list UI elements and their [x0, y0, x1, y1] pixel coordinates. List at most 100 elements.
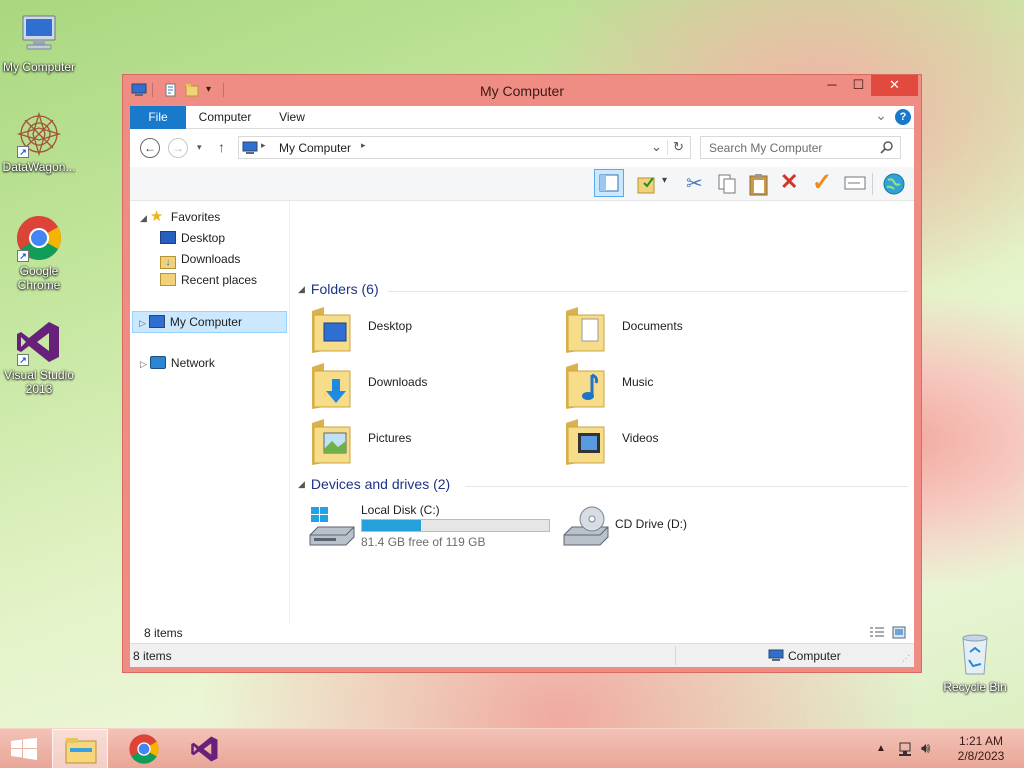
nav-desktop[interactable]: Desktop [160, 228, 225, 248]
maximize-button[interactable]: ☐ [846, 75, 871, 96]
chrome-icon [129, 734, 159, 764]
downloads-folder-icon [312, 363, 351, 409]
clock-time: 1:21 AM [958, 734, 1004, 748]
status-location: Computer [788, 649, 841, 663]
tab-file[interactable]: File [130, 106, 186, 129]
network-tray-icon[interactable] [898, 741, 914, 760]
check-icon[interactable]: ✓ [812, 168, 832, 197]
title-bar[interactable]: ▾ My Computer ─ ☐ ✕ [123, 75, 921, 105]
hard-drive-icon [309, 507, 355, 546]
breadcrumb-chevron-icon[interactable]: ▸ [361, 140, 366, 151]
folder-desktop-label: Desktop [368, 319, 413, 333]
volume-icon[interactable]: 🔊︎ [921, 740, 930, 757]
folder-music-label: Music [622, 375, 654, 389]
cd-drive-icon [563, 506, 609, 546]
address-dropdown-icon[interactable]: ⌄ [651, 139, 662, 155]
nav-recent-places-label: Recent places [181, 273, 258, 287]
computer-icon [15, 10, 63, 58]
desktop-icon-my-computer[interactable]: My Computer [0, 10, 79, 74]
recent-locations-icon[interactable]: ▾ [197, 142, 202, 153]
expand-ribbon-icon[interactable]: ⌄ [874, 106, 888, 129]
shortcut-arrow-icon: ↗ [17, 250, 29, 262]
group-collapse-icon[interactable]: ◢ [298, 479, 305, 489]
dropdown-arrow-icon[interactable]: ▾ [662, 175, 667, 186]
downloads-icon: ↓ [160, 256, 176, 269]
nav-downloads-label: Downloads [181, 252, 241, 266]
large-icons-view-icon[interactable] [892, 626, 906, 642]
preview-pane-button[interactable] [594, 169, 624, 197]
desktop-icon-visual-studio[interactable]: ↗ Visual Studio 2013 [0, 318, 79, 396]
collapsed-arrow-icon[interactable]: ▷ [139, 318, 146, 328]
desktop-icon [160, 231, 176, 244]
ribbon-tabs: File Computer View ⌄ ? [130, 106, 914, 129]
taskbar-visual-studio[interactable] [178, 729, 234, 768]
taskbar-chrome[interactable] [116, 729, 172, 768]
globe-icon[interactable] [882, 172, 906, 199]
help-icon[interactable]: ? [895, 109, 911, 125]
folder-music[interactable]: Music [564, 361, 804, 413]
details-view-icon[interactable] [869, 626, 885, 642]
up-button[interactable]: ↑ [218, 139, 225, 155]
nav-favorites[interactable]: ◢ ★ Favorites [140, 207, 220, 227]
forward-button[interactable]: → [168, 138, 188, 158]
breadcrumb-my-computer[interactable]: My Computer [279, 141, 351, 155]
nav-downloads[interactable]: ↓ Downloads [160, 249, 240, 269]
star-icon: ★ [149, 208, 164, 225]
chrome-icon: ↗ [15, 214, 63, 262]
folder-downloads[interactable]: Downloads [310, 361, 550, 413]
address-bar[interactable]: ▸ My Computer ▸ ⌄ ↻ [238, 136, 691, 159]
nav-my-computer[interactable]: ▷ My Computer [132, 311, 287, 333]
drive-cd-d[interactable]: CD Drive (D:) [562, 501, 802, 551]
delete-icon[interactable]: ✕ [780, 169, 798, 195]
visual-studio-icon [191, 736, 218, 762]
status-item-count: 8 items [133, 649, 172, 663]
pictures-folder-icon [312, 419, 351, 465]
documents-folder-icon [566, 307, 605, 353]
search-box[interactable]: Search My Computer [700, 136, 901, 159]
paste-icon[interactable] [748, 172, 770, 199]
refresh-icon[interactable]: ↻ [673, 139, 684, 155]
folder-desktop[interactable]: Desktop [310, 305, 550, 357]
group-collapse-icon[interactable]: ◢ [298, 284, 305, 294]
music-folder-icon [566, 363, 605, 409]
folder-pictures-label: Pictures [368, 431, 412, 445]
show-hidden-icons[interactable]: ▲ [876, 743, 886, 754]
taskbar-file-explorer[interactable] [52, 729, 108, 768]
desktop-icon-label: DataWagon... [2, 160, 76, 174]
folder-pictures[interactable]: Pictures [310, 417, 550, 469]
desktop-icon-google-chrome[interactable]: ↗ Google Chrome [0, 214, 79, 292]
folders-header[interactable]: ◢ Folders (6) [298, 281, 379, 297]
rename-icon[interactable] [844, 175, 866, 194]
desktop-icon-recycle-bin[interactable]: Recycle Bin [935, 630, 1015, 694]
devices-header[interactable]: ◢ Devices and drives (2) [298, 476, 450, 492]
folder-videos[interactable]: Videos [564, 417, 804, 469]
desktop-icon-label: Google Chrome [17, 264, 61, 292]
minimize-button[interactable]: ─ [818, 75, 846, 96]
cut-icon[interactable]: ✂ [686, 171, 703, 196]
folder-downloads-label: Downloads [368, 375, 428, 389]
search-icon[interactable] [880, 140, 894, 154]
nav-favorites-label: Favorites [170, 210, 221, 224]
drive-d-name: CD Drive (D:) [615, 517, 687, 531]
tab-computer[interactable]: Computer [192, 106, 258, 129]
folder-documents[interactable]: Documents [564, 305, 804, 357]
breadcrumb-chevron-icon[interactable]: ▸ [261, 140, 266, 151]
clock-date: 2/8/2023 [957, 749, 1005, 763]
window-title: My Computer [479, 83, 565, 99]
start-button[interactable] [0, 729, 48, 768]
clock[interactable]: 1:21 AM 2/8/2023 [946, 734, 1016, 764]
checklist-folder-icon[interactable] [636, 173, 658, 198]
tab-view[interactable]: View [268, 106, 316, 129]
nav-network[interactable]: ▷ Network [140, 353, 215, 373]
back-button[interactable]: ← [140, 138, 160, 158]
copy-icon[interactable] [716, 173, 738, 198]
desktop-icon-datawagon[interactable]: ↗ DataWagon... [0, 110, 79, 174]
explorer-window[interactable]: ▾ My Computer ─ ☐ ✕ File Computer View ⌄… [122, 74, 922, 673]
collapsed-arrow-icon[interactable]: ▷ [140, 359, 147, 369]
navigation-pane: ◢ ★ Favorites Desktop ↓ Downloads Recent pl… [130, 201, 290, 643]
nav-recent-places[interactable]: Recent places [160, 270, 257, 290]
expanded-arrow-icon[interactable]: ◢ [140, 213, 147, 223]
drive-local-disk-c[interactable]: Local Disk (C:) 81.4 GB free of 119 GB [308, 501, 553, 551]
resize-grip-icon[interactable]: ⋰ [902, 654, 910, 663]
close-button[interactable]: ✕ [871, 75, 918, 96]
